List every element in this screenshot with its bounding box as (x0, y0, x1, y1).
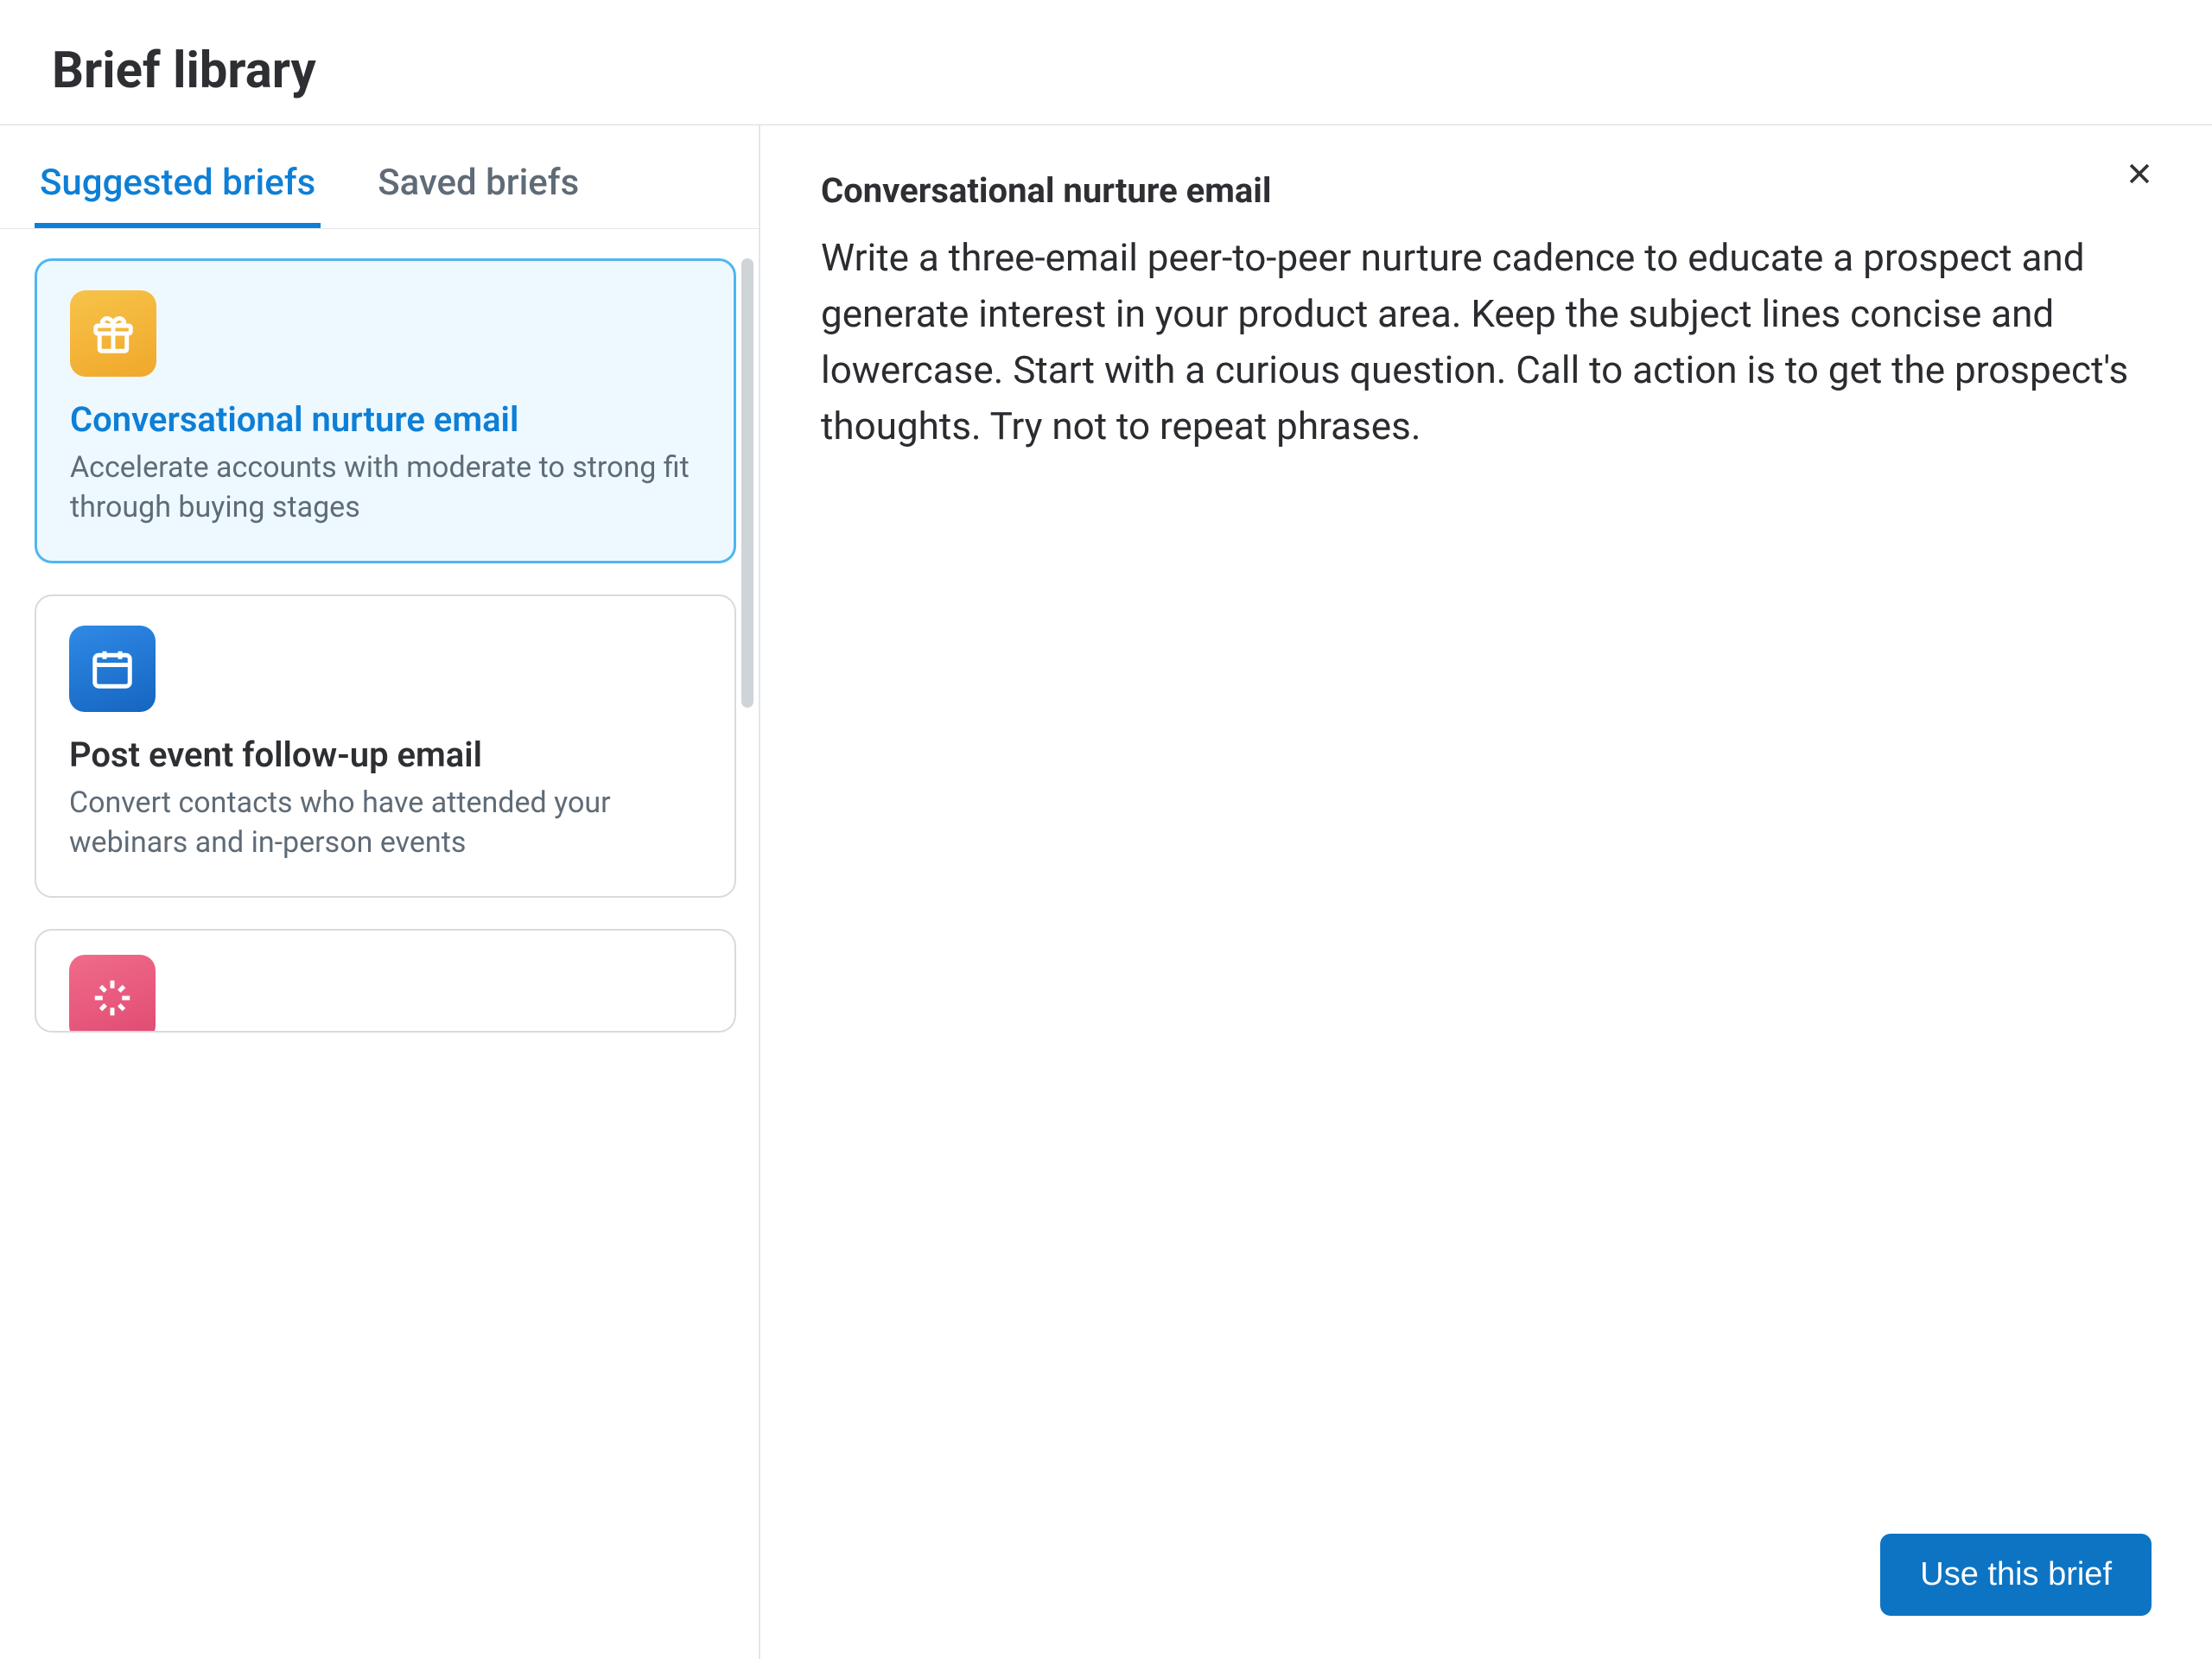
tab-suggested-briefs[interactable]: Suggested briefs (35, 151, 321, 228)
brief-card-desc: Accelerate accounts with moderate to str… (70, 448, 701, 528)
left-panel: Suggested briefs Saved briefs Conversati… (0, 125, 760, 1659)
brief-card-post-event-followup[interactable]: Post event follow-up email Convert conta… (35, 594, 736, 898)
brief-card-title: Conversational nurture email (70, 399, 701, 440)
brief-card-peek[interactable] (35, 929, 736, 1033)
detail-title: Conversational nurture email (821, 170, 2152, 211)
brief-card-title: Post event follow-up email (69, 734, 702, 775)
brief-card-desc: Convert contacts who have attended your … (69, 784, 702, 863)
close-icon (2125, 159, 2154, 192)
brief-library-app: Brief library Suggested briefs Saved bri… (0, 0, 2212, 1659)
sparkle-icon (69, 955, 156, 1033)
brief-list: Conversational nurture email Accelerate … (0, 229, 759, 1659)
detail-footer: Use this brief (821, 1534, 2152, 1616)
page-title: Brief library (0, 0, 2212, 124)
close-button[interactable] (2119, 155, 2160, 196)
calendar-icon (69, 626, 156, 712)
tabs: Suggested briefs Saved briefs (0, 125, 759, 228)
brief-card-conversational-nurture[interactable]: Conversational nurture email Accelerate … (35, 258, 736, 563)
content-body: Suggested briefs Saved briefs Conversati… (0, 125, 2212, 1659)
tab-saved-briefs[interactable]: Saved briefs (372, 151, 584, 228)
use-this-brief-button[interactable]: Use this brief (1880, 1534, 2152, 1616)
detail-body: Write a three-email peer-to-peer nurture… (821, 230, 2134, 454)
detail-panel: Conversational nurture email Write a thr… (760, 125, 2212, 1659)
scrollbar[interactable] (741, 258, 753, 708)
gift-icon (70, 290, 156, 377)
